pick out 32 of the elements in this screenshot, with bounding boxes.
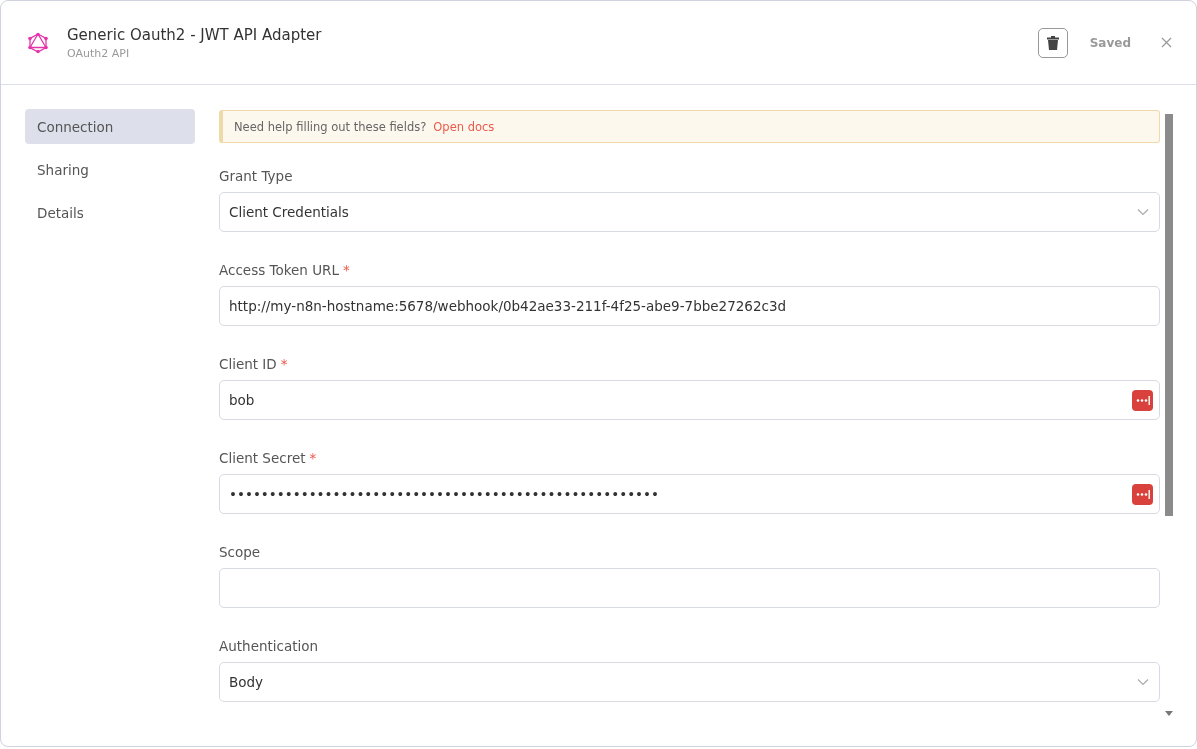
sidebar-item[interactable]: Connection	[25, 109, 195, 144]
required-mark: *	[280, 356, 288, 372]
graph-logo-icon	[27, 31, 49, 54]
input-field[interactable]: bob	[219, 380, 1160, 420]
field-label: Scope	[219, 544, 261, 560]
input-field[interactable]: ••••••••••••••••••••••••••••••••••••••••••••••••••••••	[219, 474, 1160, 514]
close-button[interactable]	[1161, 37, 1172, 48]
delete-button[interactable]	[1037, 27, 1068, 58]
field-label: Client Secret	[219, 450, 306, 466]
required-mark: *	[343, 262, 350, 278]
select-field[interactable]: Body	[219, 662, 1160, 702]
chevron-down-icon	[1137, 208, 1149, 216]
credential-type: OAuth2 API	[67, 46, 131, 60]
save-status: Saved	[1089, 35, 1131, 50]
chevron-down-icon	[1137, 678, 1149, 686]
field-label: Authentication	[219, 638, 319, 654]
sidebar-item[interactable]: Sharing	[25, 152, 195, 187]
trash-icon[interactable]	[1046, 35, 1059, 50]
sidebar-item[interactable]: Details	[25, 195, 195, 230]
password-manager-icon[interactable]	[1132, 389, 1153, 411]
input-field[interactable]	[219, 568, 1160, 608]
select-field[interactable]: Client Credentials	[219, 192, 1160, 232]
window-title: Generic Oauth2 - JWT API Adapter	[67, 25, 323, 44]
scrollbar-thumb[interactable]	[1165, 114, 1173, 516]
notice-text: Need help filling out these fields?	[234, 119, 427, 134]
required-mark: *	[309, 450, 317, 466]
field-label: Client ID	[219, 356, 277, 372]
field-label: Grant Type	[219, 168, 293, 184]
password-manager-icon[interactable]	[1132, 483, 1153, 505]
input-field[interactable]: http://my-n8n-hostname:5678/webhook/0b42ae33-211f-4f25-abe9-7bbe27262c3d	[219, 286, 1160, 326]
field-label: Access Token URL	[219, 262, 339, 278]
scroll-down-arrow-icon[interactable]	[1165, 711, 1173, 716]
